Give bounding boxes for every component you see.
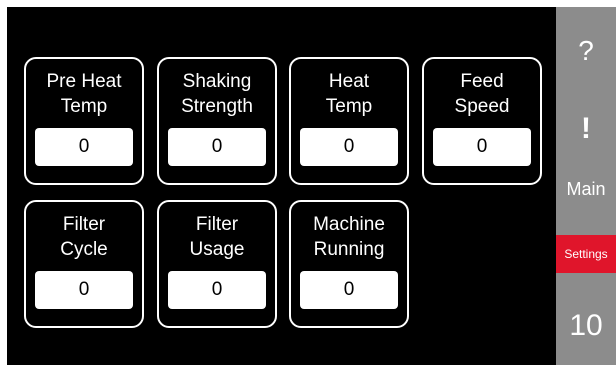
tile-pre-heat-temp[interactable]: Pre Heat Temp 0 <box>24 57 144 185</box>
tile-value-field[interactable]: 0 <box>433 128 531 166</box>
alert-button[interactable]: ! <box>556 103 616 155</box>
help-button[interactable]: ? <box>556 25 616 77</box>
tile-value-field[interactable]: 0 <box>300 128 398 166</box>
tile-label: Pre Heat Temp <box>46 71 122 117</box>
tile-shaking-strength[interactable]: Shaking Strength 0 <box>157 57 277 185</box>
sidebar: ? ! Main Settings 10 <box>556 7 616 365</box>
settings-button[interactable]: Settings <box>556 235 616 273</box>
tile-filter-cycle[interactable]: Filter Cycle 0 <box>24 200 144 328</box>
tile-value-field[interactable]: 0 <box>35 128 133 166</box>
tile-label: Machine Running <box>313 214 385 260</box>
tile-label: Filter Usage <box>189 214 245 260</box>
tile-feed-speed[interactable]: Feed Speed 0 <box>422 57 542 185</box>
tile-value-field[interactable]: 0 <box>35 271 133 309</box>
page-number: 10 <box>569 309 603 342</box>
tile-label: Filter Cycle <box>60 214 108 260</box>
tile-heat-temp[interactable]: Heat Temp 0 <box>289 57 409 185</box>
tile-label: Heat Temp <box>325 71 373 117</box>
tile-value-field[interactable]: 0 <box>168 128 266 166</box>
settings-panel: Pre Heat Temp 0 Shaking Strength 0 Heat … <box>7 7 556 365</box>
tile-filter-usage[interactable]: Filter Usage 0 <box>157 200 277 328</box>
tile-value-field[interactable]: 0 <box>168 271 266 309</box>
tile-label: Shaking Strength <box>181 71 253 117</box>
tile-label: Feed Speed <box>454 71 510 117</box>
tile-machine-running[interactable]: Machine Running 0 <box>289 200 409 328</box>
main-button[interactable]: Main <box>556 171 616 207</box>
settings-screen: Pre Heat Temp 0 Shaking Strength 0 Heat … <box>0 0 616 372</box>
tile-value-field[interactable]: 0 <box>300 271 398 309</box>
